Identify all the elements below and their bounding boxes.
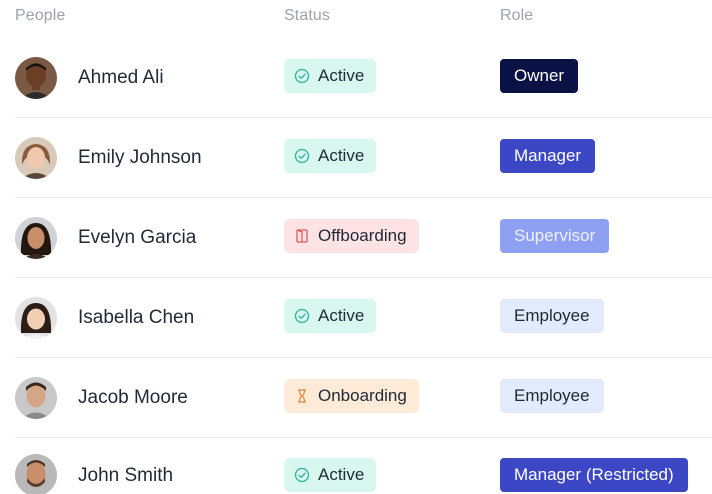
status-label: Offboarding <box>318 226 407 245</box>
person-name[interactable]: John Smith <box>78 465 173 487</box>
status-badge: Onboarding <box>284 379 419 413</box>
person-name[interactable]: Evelyn Garcia <box>78 227 196 249</box>
status-label: Active <box>318 66 365 85</box>
role-badge: Employee <box>500 379 604 413</box>
table-header: People Status Role <box>0 0 712 36</box>
role-badge: Supervisor <box>500 219 610 253</box>
avatar <box>15 377 57 419</box>
check-circle-icon <box>294 148 310 164</box>
status-badge: Active <box>284 458 377 492</box>
role-badge: Manager (Restricted) <box>500 458 688 492</box>
avatar <box>15 57 57 99</box>
avatar <box>15 297 57 339</box>
status-badge: Active <box>284 139 377 173</box>
table-row[interactable]: Jacob Moore Onboarding Employee <box>15 357 712 438</box>
check-circle-icon <box>294 308 310 324</box>
person-name[interactable]: Jacob Moore <box>78 387 188 409</box>
person-name[interactable]: Isabella Chen <box>78 307 194 329</box>
hourglass-icon <box>297 389 307 403</box>
table-row[interactable]: Isabella Chen Active Employee <box>15 277 712 358</box>
avatar <box>15 217 57 259</box>
person-name[interactable]: Emily Johnson <box>78 147 202 169</box>
door-exit-icon <box>296 229 308 243</box>
check-circle-icon <box>294 68 310 84</box>
role-badge: Manager <box>500 139 596 173</box>
table-row[interactable]: John Smith Active Manager (Restricted) <box>15 437 712 494</box>
status-label: Active <box>318 146 365 165</box>
person-name[interactable]: Ahmed Ali <box>78 67 164 89</box>
people-table: People Status Role Ahmed Ali Active Owne… <box>0 0 712 494</box>
role-badge: Employee <box>500 299 604 333</box>
check-circle-icon <box>294 467 310 483</box>
header-status[interactable]: Status <box>284 7 330 25</box>
table-row[interactable]: Evelyn Garcia Offboarding Supervisor <box>15 197 712 278</box>
header-people[interactable]: People <box>15 7 65 25</box>
status-label: Active <box>318 306 365 325</box>
avatar <box>15 454 57 494</box>
table-row[interactable]: Ahmed Ali Active Owner <box>15 37 712 118</box>
avatar <box>15 137 57 179</box>
status-badge: Offboarding <box>284 219 419 253</box>
table-row[interactable]: Emily Johnson Active Manager <box>15 117 712 198</box>
status-label: Active <box>318 465 365 484</box>
header-role[interactable]: Role <box>500 7 533 25</box>
role-badge: Owner <box>500 59 579 93</box>
status-badge: Active <box>284 299 377 333</box>
status-badge: Active <box>284 59 377 93</box>
status-label: Onboarding <box>318 386 407 405</box>
